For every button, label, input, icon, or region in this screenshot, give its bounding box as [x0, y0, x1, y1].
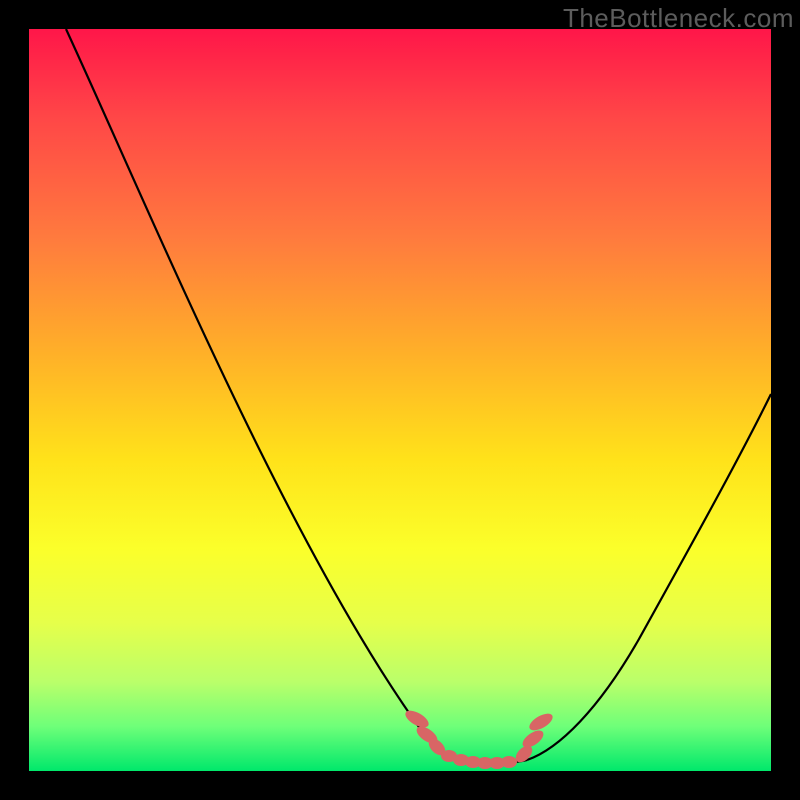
- chart-svg: [29, 29, 771, 771]
- curve-right-branch: [527, 394, 771, 760]
- chart-frame: TheBottleneck.com: [0, 0, 800, 800]
- marker-dot: [501, 756, 517, 768]
- curve-left-branch: [66, 29, 469, 762]
- highlight-markers: [403, 707, 556, 769]
- marker-dot: [527, 710, 556, 733]
- bottleneck-curve: [66, 29, 771, 763]
- watermark-label: TheBottleneck.com: [563, 3, 794, 34]
- chart-plot-area: [29, 29, 771, 771]
